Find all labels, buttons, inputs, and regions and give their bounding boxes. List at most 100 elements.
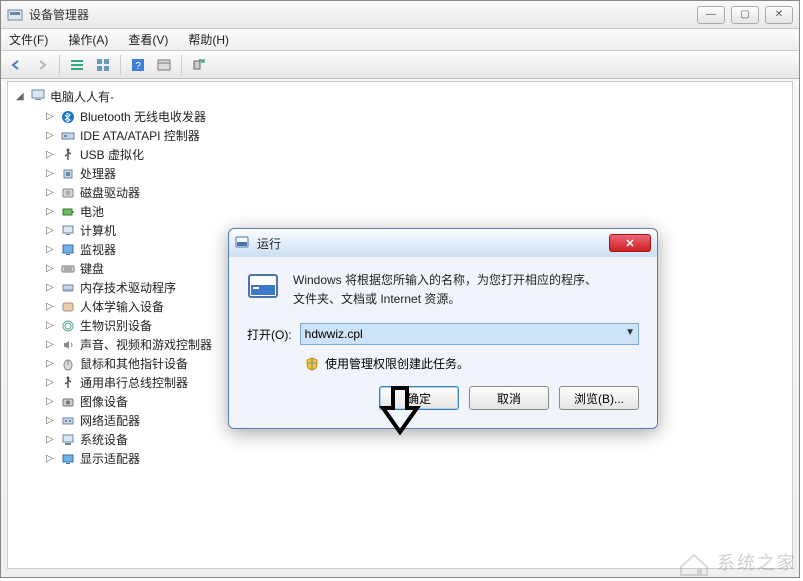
tree-node[interactable]: ▷ 电池 (16, 202, 784, 221)
node-label: 计算机 (80, 222, 116, 239)
node-label: 监视器 (80, 241, 116, 258)
view-grid-button[interactable] (92, 54, 114, 76)
keyboard-icon (60, 262, 76, 276)
caret-icon: ▷ (46, 358, 56, 369)
caret-icon: ▷ (46, 225, 56, 236)
caret-icon: ▷ (46, 187, 56, 198)
menubar: 文件(F) 操作(A) 查看(V) 帮助(H) (1, 29, 799, 51)
tree-node[interactable]: ▷ Bluetooth 无线电收发器 (16, 107, 784, 126)
menu-view[interactable]: 查看(V) (124, 30, 172, 49)
tree-node[interactable]: ▷处理器 (16, 164, 784, 183)
biometric-icon (60, 319, 76, 333)
caret-icon: ▷ (46, 434, 56, 445)
caret-icon: ▷ (46, 396, 56, 407)
caret-icon: ▷ (46, 206, 56, 217)
tree-node[interactable]: ▷USB 虚拟化 (16, 145, 784, 164)
caret-icon: ▷ (46, 282, 56, 293)
annotation-arrow (375, 386, 425, 441)
node-label: 通用串行总线控制器 (80, 374, 188, 391)
ide-icon (60, 129, 76, 143)
open-label: 打开(O): (247, 326, 292, 343)
separator (120, 55, 121, 75)
separator (181, 55, 182, 75)
open-combobox[interactable]: ▼ (300, 323, 639, 345)
node-label: 鼠标和其他指针设备 (80, 355, 188, 372)
separator (59, 55, 60, 75)
system-icon (60, 433, 76, 447)
cancel-button[interactable]: 取消 (469, 386, 549, 410)
watermark-text: 系统之家 (717, 549, 797, 575)
caret-icon: ▷ (46, 244, 56, 255)
node-label: 人体学输入设备 (80, 298, 164, 315)
memory-icon (60, 281, 76, 295)
open-input[interactable] (300, 323, 639, 345)
run-dialog: 运行 ✕ Windows 将根据您所输入的名称，为您打开相应的程序、 文件夹、文… (228, 228, 658, 429)
root-label: 电脑人人有- (50, 88, 114, 105)
browse-button[interactable]: 浏览(B)... (559, 386, 639, 410)
caret-icon: ▷ (46, 339, 56, 350)
titlebar: 设备管理器 — ▢ ✕ (1, 1, 799, 29)
image-device-icon (60, 395, 76, 409)
tree-node[interactable]: ▷ 磁盘驱动器 (16, 183, 784, 202)
toolbar: ? (1, 51, 799, 79)
tree-node[interactable]: ▷ 显示适配器 (16, 449, 784, 468)
close-button[interactable]: ✕ (765, 6, 793, 24)
minimize-button[interactable]: — (697, 6, 725, 24)
caret-icon: ▷ (46, 320, 56, 331)
run-large-icon (247, 271, 281, 301)
node-label: 系统设备 (80, 431, 128, 448)
node-label: 磁盘驱动器 (80, 184, 140, 201)
back-button[interactable] (5, 54, 27, 76)
maximize-button[interactable]: ▢ (731, 6, 759, 24)
caret-icon: ▷ (46, 263, 56, 274)
node-label: 声音、视频和游戏控制器 (80, 336, 212, 353)
caret-icon: ◢ (16, 91, 26, 102)
app-icon (7, 8, 23, 22)
node-label: 显示适配器 (80, 450, 140, 467)
caret-icon: ▷ (46, 453, 56, 464)
help-button[interactable]: ? (127, 54, 149, 76)
node-label: 键盘 (80, 260, 104, 277)
node-label: 图像设备 (80, 393, 128, 410)
caret-icon: ▷ (46, 149, 56, 160)
dropdown-arrow-icon[interactable]: ▼ (625, 327, 635, 338)
view-list-button[interactable] (66, 54, 88, 76)
mouse-icon (60, 357, 76, 371)
tree-root[interactable]: ◢ 电脑人人有- (16, 88, 784, 105)
caret-icon: ▷ (46, 130, 56, 141)
sound-icon (60, 338, 76, 352)
dialog-body: Windows 将根据您所输入的名称，为您打开相应的程序、 文件夹、文档或 In… (229, 257, 657, 428)
dialog-buttons: 确定 取消 浏览(B)... (247, 386, 639, 410)
menu-help[interactable]: 帮助(H) (184, 30, 233, 49)
window-title: 设备管理器 (29, 6, 697, 23)
node-label: 生物识别设备 (80, 317, 152, 334)
dialog-description: Windows 将根据您所输入的名称，为您打开相应的程序、 文件夹、文档或 In… (293, 271, 597, 309)
computer-icon (60, 224, 76, 238)
node-label: IDE ATA/ATAPI 控制器 (80, 127, 200, 144)
network-icon (60, 414, 76, 428)
cpu-icon (60, 167, 76, 181)
svg-text:?: ? (135, 61, 141, 72)
node-label: 内存技术驱动程序 (80, 279, 176, 296)
node-label: 网络适配器 (80, 412, 140, 429)
caret-icon: ▷ (46, 168, 56, 179)
refresh-button[interactable] (188, 54, 210, 76)
monitor-icon (60, 243, 76, 257)
caret-icon: ▷ (46, 301, 56, 312)
node-label: Bluetooth 无线电收发器 (80, 108, 206, 125)
dialog-titlebar: 运行 ✕ (229, 229, 657, 257)
caret-icon: ▷ (46, 415, 56, 426)
caret-icon: ▷ (46, 377, 56, 388)
menu-file[interactable]: 文件(F) (5, 30, 52, 49)
caret-icon: ▷ (46, 111, 56, 122)
tree-node[interactable]: ▷ IDE ATA/ATAPI 控制器 (16, 126, 784, 145)
shield-icon (305, 357, 319, 371)
computer-icon (30, 88, 46, 105)
forward-button[interactable] (31, 54, 53, 76)
properties-button[interactable] (153, 54, 175, 76)
menu-action[interactable]: 操作(A) (64, 30, 112, 49)
usb-controller-icon (60, 376, 76, 390)
usb-icon (60, 148, 76, 162)
dialog-close-button[interactable]: ✕ (609, 234, 651, 252)
node-label: 电池 (80, 203, 104, 220)
